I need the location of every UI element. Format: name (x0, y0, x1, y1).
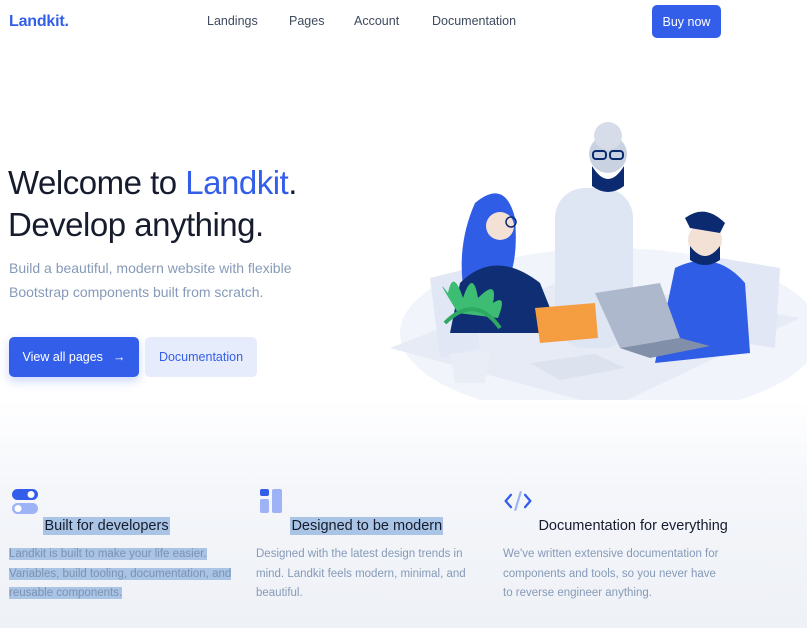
hero-title-accent: Landkit (185, 164, 289, 201)
feature-documentation: Documentation for everything We've writt… (503, 486, 743, 604)
hero-title-prefix: Welcome to (8, 164, 186, 201)
view-all-pages-button[interactable]: View all pages → (9, 337, 139, 377)
feature-text: We've written extensive documentation fo… (503, 548, 719, 599)
nav-link-landings[interactable]: Landings (207, 14, 258, 28)
feature-built-for-developers: Built for developers Landkit is built to… (9, 486, 249, 604)
toggle-icon (12, 489, 38, 514)
layout-icon (260, 489, 282, 513)
view-all-pages-label: View all pages (22, 350, 103, 364)
arrow-right-icon: → (112, 350, 126, 364)
nav-link-account[interactable]: Account (354, 14, 399, 28)
brand-logo[interactable]: Landkit. (9, 13, 69, 31)
feature-text: Designed with the latest design trends i… (256, 548, 466, 599)
feature-title: Designed to be modern (290, 517, 444, 535)
documentation-button[interactable]: Documentation (145, 337, 257, 377)
feature-title: Built for developers (43, 517, 170, 535)
nav-link-pages[interactable]: Pages (289, 14, 324, 28)
hero-title-period: . (288, 164, 297, 201)
nav-link-documentation[interactable]: Documentation (432, 14, 516, 28)
hero-title: Welcome to Landkit. Develop anything. (8, 162, 297, 246)
hero-illustration (390, 122, 807, 418)
navbar: Landkit. Landings Pages Account Document… (0, 0, 807, 44)
code-icon (504, 491, 532, 511)
hero-subtitle: Build a beautiful, modern website with f… (9, 260, 292, 300)
buy-now-button[interactable]: Buy now (652, 5, 721, 38)
hero-title-line2: Develop anything. (8, 206, 264, 243)
feature-text: Landkit is built to make your life easie… (9, 548, 232, 599)
feature-designed-modern: Designed to be modern Designed with the … (256, 486, 496, 604)
feature-title: Documentation for everything (538, 518, 728, 534)
